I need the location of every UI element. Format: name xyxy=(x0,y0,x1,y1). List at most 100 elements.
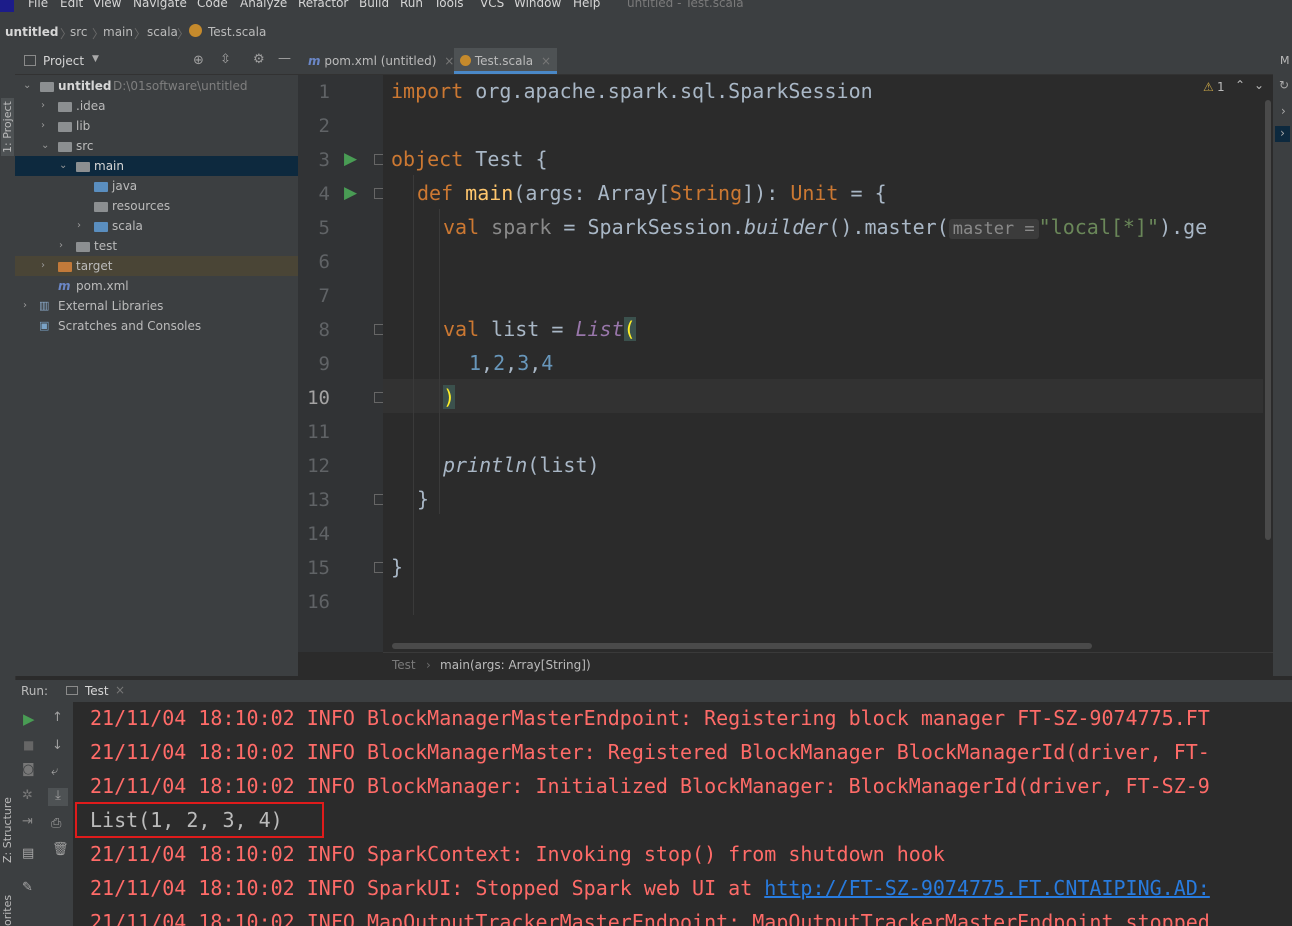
soft-wrap-icon[interactable]: ⤶ xyxy=(51,764,58,779)
layout-icon[interactable]: ▤ xyxy=(22,846,34,861)
tree-item-external-libraries[interactable]: › ▥ External Libraries xyxy=(15,296,298,316)
menu-file[interactable]: File xyxy=(28,0,48,9)
menu-tools[interactable]: Tools xyxy=(434,0,464,9)
chevron-down-icon[interactable]: ⌄ xyxy=(1254,78,1263,92)
chevron-right-icon[interactable]: › xyxy=(77,216,87,236)
menu-code[interactable]: Code xyxy=(197,0,228,9)
chevron-right-icon[interactable]: › xyxy=(41,116,51,136)
debug-icon[interactable]: ✲ xyxy=(22,788,33,803)
breadcrumb-src[interactable]: src xyxy=(70,25,88,39)
chevron-down-icon[interactable]: ⌄ xyxy=(23,76,33,96)
menu-run[interactable]: Run xyxy=(400,0,423,9)
breadcrumb-main[interactable]: main xyxy=(103,25,133,39)
tab-pom-xml[interactable]: m pom.xml (untitled) × xyxy=(302,48,460,74)
close-icon[interactable]: × xyxy=(444,54,454,68)
run-tab-test[interactable]: Test xyxy=(85,684,109,698)
tree-item-idea[interactable]: › .idea xyxy=(15,96,298,116)
chevron-right-icon[interactable]: › xyxy=(41,256,51,276)
close-icon[interactable]: × xyxy=(115,683,125,697)
menu-view[interactable]: View xyxy=(93,0,121,9)
breadcrumb-method[interactable]: main(args: Array[String]) xyxy=(440,658,591,672)
chevron-down-icon[interactable]: ⌄ xyxy=(59,156,69,176)
chevron-right-icon[interactable]: › xyxy=(41,96,51,116)
tree-item-scala[interactable]: › scala xyxy=(15,216,298,236)
code-editor[interactable]: import org.apache.spark.sql.SparkSession… xyxy=(383,75,1263,652)
tree-item-main[interactable]: ⌄ main xyxy=(15,156,298,176)
favorites-tool-tab[interactable]: orites xyxy=(1,895,14,926)
code-line-15: } xyxy=(391,555,404,579)
project-view-selector[interactable]: Project xyxy=(43,54,84,68)
run-gutter-icon[interactable]: ▶ xyxy=(344,183,357,203)
breadcrumb-scala[interactable]: scala xyxy=(147,25,178,39)
maven-tool-tab[interactable]: M xyxy=(1280,54,1290,67)
code-line-3: object Test { xyxy=(391,147,548,171)
line-number: 9 xyxy=(318,353,330,375)
menu-vcs[interactable]: VCS xyxy=(480,0,504,9)
print-icon[interactable]: ⎙ xyxy=(51,816,61,831)
arrow-up-icon[interactable]: ↑ xyxy=(52,710,63,725)
menu-help[interactable]: Help xyxy=(573,0,600,9)
tree-item-pom[interactable]: m pom.xml xyxy=(15,276,298,296)
tree-label: External Libraries xyxy=(58,299,164,313)
chevron-right-icon[interactable]: › xyxy=(23,296,33,316)
tab-test-scala[interactable]: Test.scala × xyxy=(454,48,558,74)
pin-icon[interactable]: ✎ xyxy=(22,880,33,895)
tree-item-test[interactable]: › test xyxy=(15,236,298,256)
dropdown-arrow-icon[interactable]: ▼ xyxy=(92,54,99,64)
menu-window[interactable]: Window xyxy=(514,0,561,9)
tree-item-java[interactable]: java xyxy=(15,176,298,196)
tree-item-target[interactable]: › target xyxy=(15,256,298,276)
run-gutter-icon[interactable]: ▶ xyxy=(344,149,357,169)
project-tool-tab[interactable]: 1: Project xyxy=(1,98,14,156)
line-number: 7 xyxy=(318,285,330,307)
menu-bar: File Edit View Navigate Code Analyze Ref… xyxy=(0,0,1292,12)
trash-icon[interactable]: 🗑 xyxy=(52,842,69,857)
left-tool-stripe: 1: Project Z: Structure orites xyxy=(0,48,16,926)
chevron-right-icon[interactable]: › xyxy=(1275,126,1290,142)
rerun-icon[interactable]: ▶ xyxy=(23,710,35,728)
tree-item-resources[interactable]: resources xyxy=(15,196,298,216)
breadcrumb-project[interactable]: untitled xyxy=(5,25,59,39)
chevron-right-icon[interactable]: › xyxy=(59,236,69,256)
gear-icon[interactable]: ⚙ xyxy=(253,52,265,67)
menu-refactor[interactable]: Refactor xyxy=(298,0,348,9)
hide-icon[interactable]: — xyxy=(278,51,291,66)
scroll-to-end-icon[interactable]: ⤓ xyxy=(48,788,68,806)
breadcrumb-object[interactable]: Test xyxy=(392,658,416,672)
menu-build[interactable]: Build xyxy=(359,0,389,9)
vertical-scrollbar[interactable] xyxy=(1263,75,1273,652)
chevron-right-icon[interactable]: › xyxy=(1281,104,1286,118)
close-icon[interactable]: × xyxy=(541,54,551,68)
tree-label: scala xyxy=(112,219,143,233)
chevron-up-icon[interactable]: ⌃ xyxy=(1235,78,1245,92)
menu-navigate[interactable]: Navigate xyxy=(133,0,187,9)
line-number: 2 xyxy=(318,115,330,137)
chevron-down-icon[interactable]: ⌄ xyxy=(41,136,51,156)
menu-analyze[interactable]: Analyze xyxy=(240,0,287,9)
run-panel-header: Run: Test × xyxy=(15,680,1292,702)
breadcrumb-file[interactable]: Test.scala xyxy=(208,25,266,39)
line-number: 1 xyxy=(318,81,330,103)
structure-tool-tab[interactable]: Z: Structure xyxy=(1,797,14,863)
scrollbar-thumb[interactable] xyxy=(1265,100,1271,540)
folder-icon xyxy=(76,162,90,172)
tree-item-scratches[interactable]: ▣ Scratches and Consoles xyxy=(15,316,298,336)
line-number: 4 xyxy=(318,183,330,205)
arrow-down-icon[interactable]: ↓ xyxy=(52,738,63,753)
camera-icon[interactable]: ◙ xyxy=(22,762,35,777)
locate-icon[interactable]: ⊕ xyxy=(193,53,204,68)
refresh-icon[interactable]: ↻ xyxy=(1279,78,1289,92)
collapse-all-icon[interactable]: ⇳ xyxy=(220,52,231,67)
line-number: 3 xyxy=(318,149,330,171)
stop-icon[interactable]: ■ xyxy=(23,738,34,752)
menu-edit[interactable]: Edit xyxy=(60,0,83,9)
tree-item-untitled[interactable]: ⌄ untitled D:\01software\untitled xyxy=(15,76,298,96)
spark-ui-link[interactable]: http://FT-SZ-9074775.FT.CNTAIPING.AD: xyxy=(764,876,1210,900)
exit-icon[interactable]: ⇥ xyxy=(22,814,33,829)
inspection-count[interactable]: 1 xyxy=(1217,80,1225,94)
horizontal-scrollbar[interactable] xyxy=(392,643,1092,649)
tree-item-src[interactable]: ⌄ src xyxy=(15,136,298,156)
line-number: 15 xyxy=(307,557,330,579)
tree-item-lib[interactable]: › lib xyxy=(15,116,298,136)
warning-icon[interactable]: ⚠ xyxy=(1203,80,1214,94)
